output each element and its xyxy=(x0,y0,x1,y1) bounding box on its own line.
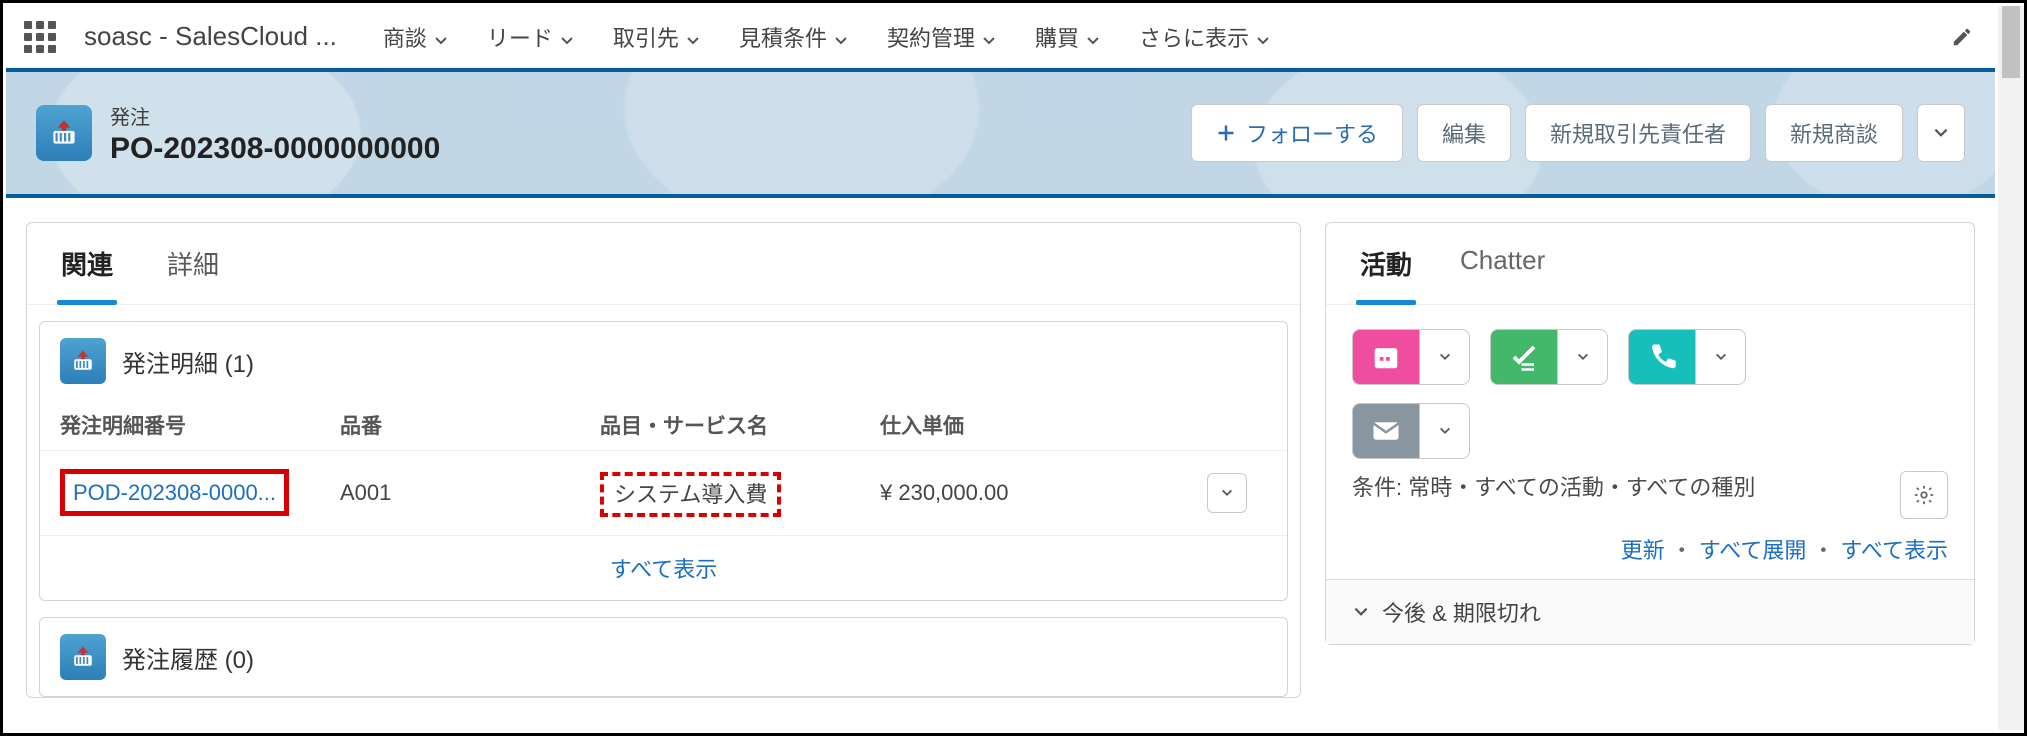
related-list-title[interactable]: 発注明細 (1) xyxy=(122,344,254,379)
new-contact-button[interactable]: 新規取引先責任者 xyxy=(1525,104,1751,162)
more-actions-button[interactable] xyxy=(1917,104,1965,162)
table-row: POD-202308-0000... A001 システム導入費 ¥ 230,00… xyxy=(40,450,1287,535)
nav-tab-contract[interactable]: 契約管理 xyxy=(877,15,1007,59)
related-list-order-history: 発注履歴 (0) xyxy=(39,617,1288,697)
chevron-down-icon xyxy=(1352,603,1370,621)
cell-price: ¥ 230,000.00 xyxy=(880,480,1207,506)
chevron-down-icon[interactable] xyxy=(1420,329,1470,385)
app-launcher-icon[interactable] xyxy=(18,15,62,59)
tab-chatter[interactable]: Chatter xyxy=(1456,223,1549,304)
refresh-link[interactable]: 更新 xyxy=(1621,538,1665,563)
purchase-order-icon xyxy=(36,105,92,161)
purchase-order-icon xyxy=(60,338,106,384)
tab-detail[interactable]: 詳細 xyxy=(163,223,223,304)
chevron-down-icon[interactable] xyxy=(981,29,997,45)
chevron-down-icon[interactable] xyxy=(1255,29,1271,45)
object-label: 発注 xyxy=(110,101,1191,130)
activity-settings-button[interactable] xyxy=(1900,471,1948,519)
chevron-down-icon[interactable] xyxy=(1558,329,1608,385)
nav-tab-account[interactable]: 取引先 xyxy=(603,15,711,59)
record-highlights: 発注 PO-202308-0000000000 フォローする 編集 新規取引先責… xyxy=(6,68,1995,198)
tab-activity[interactable]: 活動 xyxy=(1356,223,1416,304)
row-actions-button[interactable] xyxy=(1207,473,1247,513)
col-header: 仕入単価 xyxy=(880,410,1207,440)
calendar-icon xyxy=(1352,329,1420,385)
nav-tab-opportunity[interactable]: 商談 xyxy=(373,15,459,59)
related-list-title[interactable]: 発注履歴 (0) xyxy=(122,640,254,675)
activity-panel: 活動 Chatter xyxy=(1325,222,1975,645)
chevron-down-icon[interactable] xyxy=(433,29,449,45)
activity-filter-text: 条件: 常時・すべての活動・すべての種別 xyxy=(1352,471,1890,504)
upcoming-overdue-toggle[interactable]: 今後 & 期限切れ xyxy=(1326,579,1974,644)
app-name[interactable]: soasc - SalesCloud ... xyxy=(84,21,337,52)
nav-tab-lead[interactable]: リード xyxy=(477,15,585,59)
task-icon xyxy=(1490,329,1558,385)
nav-tab-quote[interactable]: 見積条件 xyxy=(729,15,859,59)
col-header: 品目・サービス名 xyxy=(600,410,880,440)
new-task-button[interactable] xyxy=(1490,329,1608,385)
chevron-down-icon[interactable] xyxy=(685,29,701,45)
chevron-down-icon[interactable] xyxy=(559,29,575,45)
mail-icon xyxy=(1352,403,1420,459)
order-line-link[interactable]: POD-202308-0000... xyxy=(60,469,289,516)
follow-button[interactable]: フォローする xyxy=(1191,104,1403,162)
nav-tab-purchase[interactable]: 購買 xyxy=(1025,15,1111,59)
chevron-down-icon[interactable] xyxy=(833,29,849,45)
global-nav: soasc - SalesCloud ... 商談 リード 取引先 見積条件 契… xyxy=(6,6,1995,68)
related-list-order-lines: 発注明細 (1) 発注明細番号 品番 品目・サービス名 仕入単価 POD-202… xyxy=(39,321,1288,601)
expand-all-link[interactable]: すべて展開 xyxy=(1699,538,1807,563)
chevron-down-icon[interactable] xyxy=(1085,29,1101,45)
edit-nav-icon[interactable] xyxy=(1941,16,1983,58)
log-call-button[interactable] xyxy=(1628,329,1746,385)
col-header: 発注明細番号 xyxy=(60,410,340,440)
nav-tab-more[interactable]: さらに表示 xyxy=(1129,15,1281,59)
phone-icon xyxy=(1628,329,1696,385)
view-all-link[interactable]: すべて表示 xyxy=(40,535,1287,600)
record-name: PO-202308-0000000000 xyxy=(110,132,1191,166)
new-event-button[interactable] xyxy=(1352,329,1470,385)
new-opportunity-button[interactable]: 新規商談 xyxy=(1765,104,1903,162)
col-header: 品番 xyxy=(340,410,600,440)
view-all-link[interactable]: すべて表示 xyxy=(1840,538,1948,563)
activity-links: 更新・すべて展開・すべて表示 xyxy=(1326,519,1974,579)
chevron-down-icon[interactable] xyxy=(1696,329,1746,385)
send-email-button[interactable] xyxy=(1352,403,1470,459)
related-panel: 関連 詳細 発注明細 (1) xyxy=(26,222,1301,698)
cell-code: A001 xyxy=(340,480,600,506)
cell-item-name: システム導入費 xyxy=(600,472,781,517)
vertical-scrollbar[interactable] xyxy=(1998,6,2024,730)
edit-button[interactable]: 編集 xyxy=(1417,104,1511,162)
tab-related[interactable]: 関連 xyxy=(57,223,117,304)
chevron-down-icon[interactable] xyxy=(1420,403,1470,459)
purchase-order-icon xyxy=(60,634,106,680)
